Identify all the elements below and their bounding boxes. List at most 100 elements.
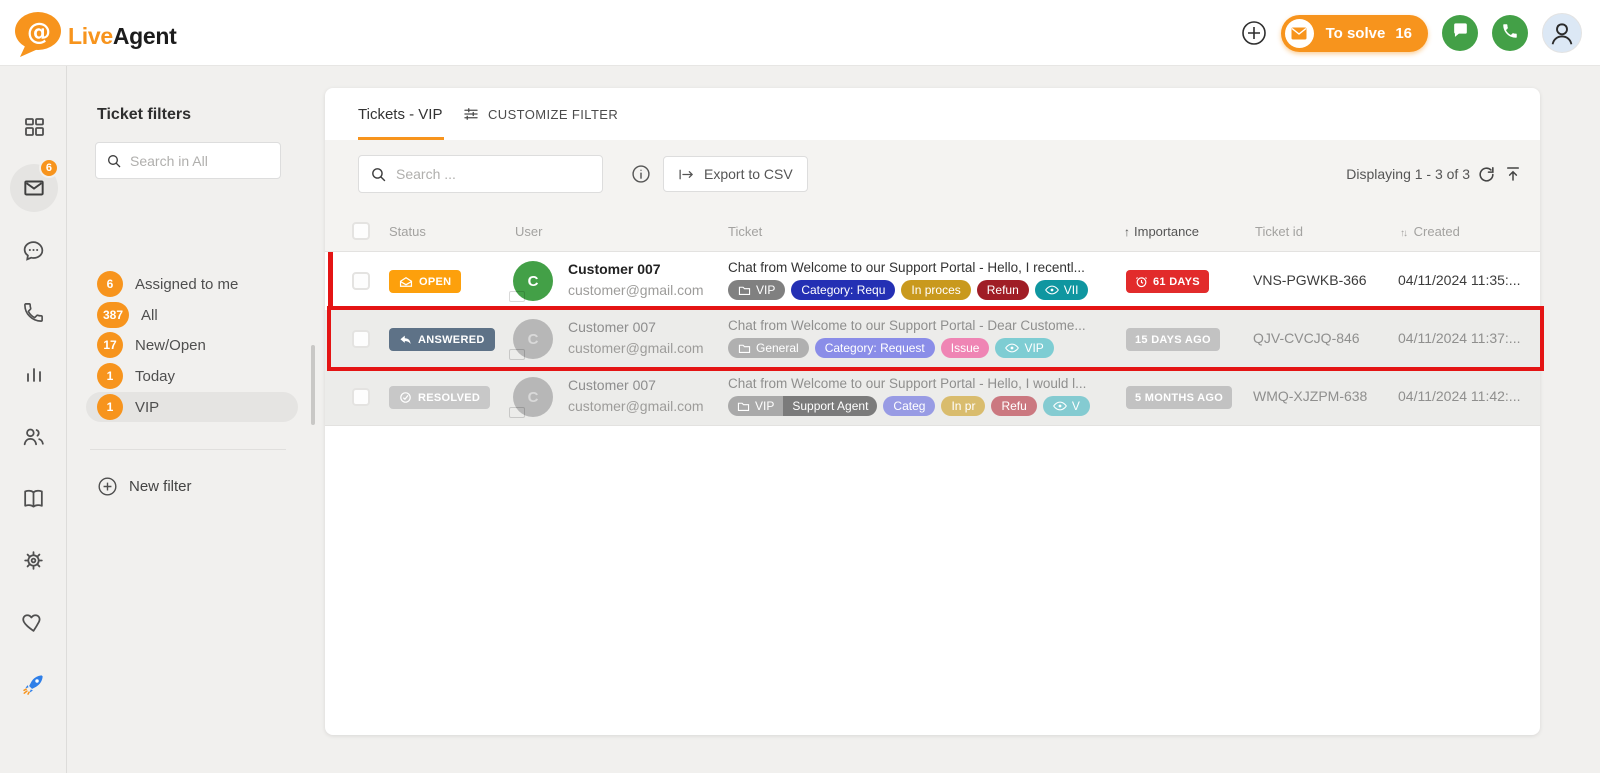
user-email: customer@gmail.com bbox=[568, 340, 704, 356]
table-row[interactable]: RESOLVED C Customer 007 customer@gmail.c… bbox=[325, 368, 1540, 426]
tag-refund[interactable]: Refun bbox=[977, 280, 1029, 300]
user-name: Customer 007 bbox=[568, 261, 661, 277]
tag-category[interactable]: Category: Request bbox=[815, 338, 935, 358]
created-date: 04/11/2024 11:37:... bbox=[1398, 330, 1520, 346]
eye-icon bbox=[1005, 343, 1019, 353]
filter-item-all[interactable]: 387 All bbox=[86, 300, 298, 330]
logo-text: LiveAgent bbox=[68, 23, 177, 50]
tickets-search-box[interactable] bbox=[358, 155, 603, 193]
sort-asc-icon: ↑ bbox=[1124, 225, 1130, 239]
tag-vip-watch[interactable]: VII bbox=[1035, 280, 1089, 300]
user-avatar[interactable] bbox=[1542, 13, 1582, 53]
sidebar-item-reports[interactable] bbox=[0, 350, 67, 398]
sidebar-item-getting-started[interactable] bbox=[0, 660, 67, 708]
ticket-subject[interactable]: Chat from Welcome to our Support Portal … bbox=[728, 260, 1085, 275]
heart-icon bbox=[21, 610, 46, 635]
table-row[interactable]: OPEN C Customer 007 customer@gmail.com C… bbox=[325, 252, 1540, 310]
column-header-user[interactable]: User bbox=[515, 224, 542, 239]
ticket-subject[interactable]: Chat from Welcome to our Support Portal … bbox=[728, 376, 1086, 391]
select-all-checkbox[interactable] bbox=[352, 222, 370, 240]
column-header-ticket-id[interactable]: Ticket id bbox=[1255, 224, 1303, 239]
filters-search-box[interactable] bbox=[95, 142, 281, 179]
created-date: 04/11/2024 11:42:... bbox=[1398, 388, 1520, 404]
to-solve-label: To solve bbox=[1326, 25, 1386, 42]
eye-icon bbox=[1045, 285, 1059, 295]
sidebar-item-tickets[interactable]: 6 bbox=[0, 164, 67, 212]
avatar: C bbox=[513, 261, 553, 301]
table-row[interactable]: ANSWERED C Customer 007 customer@gmail.c… bbox=[325, 310, 1540, 368]
tag-in-process[interactable]: In pr bbox=[941, 396, 985, 416]
chat-dots-icon bbox=[21, 238, 46, 263]
export-icon bbox=[678, 167, 695, 182]
row-checkbox[interactable] bbox=[352, 272, 370, 290]
divider bbox=[90, 449, 286, 450]
tab-tickets-vip[interactable]: Tickets - VIP bbox=[358, 88, 442, 140]
check-circle-icon bbox=[399, 391, 412, 404]
calls-button[interactable] bbox=[1492, 15, 1528, 51]
status-badge: OPEN bbox=[389, 270, 461, 293]
tag-vip-support-agent[interactable]: VIP Support Agent bbox=[728, 396, 877, 416]
tag-vip-watch[interactable]: VIP bbox=[995, 338, 1053, 358]
tag-general[interactable]: General bbox=[728, 338, 809, 358]
sidebar-item-customers[interactable] bbox=[0, 412, 67, 460]
column-header-created[interactable]: ↑↓ Created bbox=[1400, 224, 1460, 239]
filters-search-input[interactable] bbox=[130, 153, 270, 169]
gear-icon bbox=[21, 548, 46, 573]
tag-issue[interactable]: Issue bbox=[941, 338, 990, 358]
liveagent-logo[interactable]: @ LiveAgent bbox=[12, 10, 177, 63]
tag-in-process[interactable]: In proces bbox=[901, 280, 970, 300]
ticket-tags: VIP Category: Requ In proces Refun VII bbox=[728, 280, 1088, 300]
row-checkbox[interactable] bbox=[352, 330, 370, 348]
tag-category[interactable]: Categ bbox=[883, 396, 935, 416]
sidebar-item-knowledgebase[interactable] bbox=[0, 474, 67, 522]
tab-customize-filter[interactable]: CUSTOMIZE FILTER bbox=[462, 88, 618, 140]
export-to-csv-button[interactable]: Export to CSV bbox=[663, 156, 808, 192]
tag-category[interactable]: Category: Requ bbox=[791, 280, 895, 300]
to-solve-count: 16 bbox=[1395, 25, 1412, 42]
column-header-status[interactable]: Status bbox=[389, 224, 426, 239]
filter-item-vip[interactable]: 1 VIP bbox=[86, 392, 298, 422]
new-filter-button[interactable]: New filter bbox=[97, 476, 192, 497]
filter-item-assigned-to-me[interactable]: 6 Assigned to me bbox=[86, 269, 298, 299]
phone-icon bbox=[1501, 22, 1519, 45]
table-header: Status User Ticket ↑Importance Ticket id… bbox=[325, 212, 1540, 252]
column-header-importance[interactable]: ↑Importance bbox=[1124, 224, 1199, 239]
filter-label: Assigned to me bbox=[135, 276, 238, 293]
tag-vip-watch[interactable]: V bbox=[1043, 396, 1090, 416]
sidebar-item-chats[interactable] bbox=[0, 226, 67, 274]
filter-item-new-open[interactable]: 17 New/Open bbox=[86, 330, 298, 360]
scrollbar-thumb[interactable] bbox=[311, 345, 315, 425]
to-solve-button[interactable]: To solve 16 bbox=[1281, 15, 1428, 52]
row-checkbox[interactable] bbox=[352, 388, 370, 406]
filter-item-today[interactable]: 1 Today bbox=[86, 361, 298, 391]
filter-count-badge: 1 bbox=[97, 394, 123, 420]
user-email: customer@gmail.com bbox=[568, 398, 704, 414]
tag-refund[interactable]: Refu bbox=[991, 396, 1036, 416]
importance-badge: 61 DAYS bbox=[1126, 270, 1209, 293]
customers-icon bbox=[21, 424, 46, 449]
scroll-to-top-icon[interactable] bbox=[1504, 165, 1522, 188]
sidebar-item-dashboard[interactable] bbox=[0, 103, 67, 151]
chats-button[interactable] bbox=[1442, 15, 1478, 51]
ticket-subject[interactable]: Chat from Welcome to our Support Portal … bbox=[728, 318, 1086, 333]
refresh-icon[interactable] bbox=[1477, 165, 1496, 189]
sliders-icon bbox=[462, 105, 480, 123]
sidebar-item-settings[interactable] bbox=[0, 536, 67, 584]
slovakia-flag-icon bbox=[509, 291, 525, 302]
column-header-ticket[interactable]: Ticket bbox=[728, 224, 762, 239]
importance-badge: 5 MONTHS AGO bbox=[1126, 386, 1232, 409]
ticket-filters-panel: Ticket filters 6 Assigned to me 387 All … bbox=[67, 66, 310, 773]
liveagent-bubble-icon: @ bbox=[12, 10, 62, 63]
sidebar-item-calls[interactable] bbox=[0, 288, 67, 336]
add-new-icon[interactable] bbox=[1241, 20, 1267, 46]
export-label: Export to CSV bbox=[704, 166, 793, 182]
tag-vip[interactable]: VIP bbox=[728, 280, 785, 300]
user-name: Customer 007 bbox=[568, 377, 656, 393]
tickets-search-input[interactable] bbox=[396, 166, 586, 182]
sidebar-item-favorites[interactable] bbox=[0, 598, 67, 646]
ticket-id: WMQ-XJZPM-638 bbox=[1253, 388, 1367, 404]
folder-icon bbox=[737, 401, 750, 412]
displaying-count: Displaying 1 - 3 of 3 bbox=[1346, 166, 1470, 182]
open-envelope-icon bbox=[399, 276, 413, 288]
info-icon[interactable] bbox=[631, 164, 651, 189]
